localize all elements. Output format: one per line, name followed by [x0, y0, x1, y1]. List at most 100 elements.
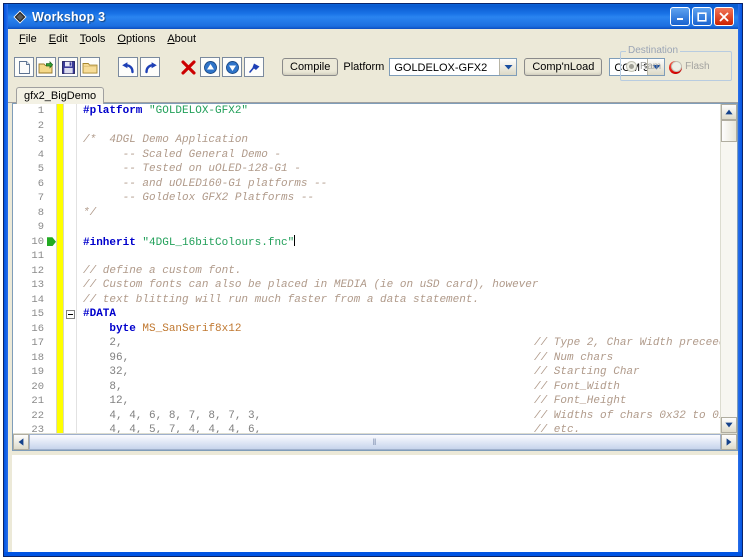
- open-file-icon[interactable]: [36, 57, 56, 77]
- code-line[interactable]: [83, 119, 720, 134]
- code-line[interactable]: byte MS_SanSerif8x12: [83, 322, 720, 337]
- undo-icon[interactable]: [118, 57, 138, 77]
- scroll-up-button[interactable]: [721, 104, 737, 120]
- code-view[interactable]: 123456789101112131415161718192021222324 …: [13, 104, 720, 433]
- vertical-scroll-thumb[interactable]: [721, 120, 737, 142]
- code-line[interactable]: // Custom fonts can also be placed in ME…: [83, 278, 720, 293]
- menu-edit[interactable]: Edit: [44, 32, 75, 46]
- gutter-cell[interactable]: [47, 423, 56, 433]
- code-line[interactable]: -- Scaled General Demo -: [83, 148, 720, 163]
- gutter-cell[interactable]: [47, 220, 56, 235]
- next-bookmark-icon[interactable]: [222, 57, 242, 77]
- scroll-left-button[interactable]: [13, 434, 29, 450]
- code-line[interactable]: [83, 249, 720, 264]
- code-line[interactable]: -- Tested on uOLED-128-G1 -: [83, 162, 720, 177]
- gutter-cell[interactable]: [47, 104, 56, 119]
- gutter-cell[interactable]: [47, 365, 56, 380]
- title-bar: Workshop 3: [8, 4, 738, 29]
- trailing-comment: // etc.: [534, 424, 581, 433]
- destination-radio-flash[interactable]: Flash: [671, 60, 710, 72]
- line-number: 7: [37, 192, 44, 204]
- compile-button[interactable]: Compile: [282, 58, 339, 76]
- scroll-right-button[interactable]: [721, 434, 737, 450]
- clear-bookmarks-icon[interactable]: [178, 57, 198, 77]
- gutter-cell[interactable]: [47, 162, 56, 177]
- code-line[interactable]: -- and uOLED160-G1 platforms --: [83, 177, 720, 192]
- code-line[interactable]: -- Goldelox GFX2 Platforms --: [83, 191, 720, 206]
- gutter-cell[interactable]: [47, 177, 56, 192]
- compnload-button[interactable]: Comp'nLoad: [524, 58, 603, 76]
- code-token: -- and uOLED160-G1 platforms --: [83, 177, 328, 190]
- fold-cell: [64, 119, 76, 134]
- gutter-cell[interactable]: [47, 307, 56, 322]
- gutter-cell[interactable]: [47, 351, 56, 366]
- gutter-cell[interactable]: [47, 336, 56, 351]
- code-token: #inherit: [83, 236, 143, 249]
- new-file-icon[interactable]: [14, 57, 34, 77]
- vertical-scrollbar[interactable]: [720, 104, 737, 433]
- line-number: 15: [31, 308, 44, 320]
- code-token: 96,: [83, 351, 130, 364]
- code-line[interactable]: [83, 220, 720, 235]
- code-line[interactable]: /* 4DGL Demo Application: [83, 133, 720, 148]
- bookmark-gutter[interactable]: [47, 104, 56, 433]
- code-line[interactable]: 96, // Num chars: [83, 351, 720, 366]
- fold-cell: [64, 249, 76, 264]
- code-token: "GOLDELOX-GFX2": [149, 105, 249, 117]
- source-code-text[interactable]: #platform "GOLDELOX-GFX2" /* 4DGL Demo Ap…: [77, 104, 720, 433]
- chevron-down-icon[interactable]: [499, 59, 517, 75]
- gutter-cell[interactable]: [47, 249, 56, 264]
- code-line[interactable]: 4, 4, 6, 8, 7, 8, 7, 3, // Widths of char…: [83, 409, 720, 424]
- code-line[interactable]: #platform "GOLDELOX-GFX2": [83, 104, 720, 119]
- code-line[interactable]: // define a custom font.: [83, 264, 720, 279]
- toggle-bookmark-icon[interactable]: [244, 57, 264, 77]
- horizontal-scrollbar[interactable]: ‖: [13, 433, 737, 450]
- bookmark-marker-icon[interactable]: [47, 235, 56, 250]
- fold-cell: [64, 177, 76, 192]
- gutter-cell[interactable]: [47, 206, 56, 221]
- gutter-cell[interactable]: [47, 380, 56, 395]
- code-line[interactable]: 32, // Starting Char: [83, 365, 720, 380]
- folder-icon[interactable]: [80, 57, 100, 77]
- gutter-cell[interactable]: [47, 148, 56, 163]
- gutter-cell[interactable]: [47, 119, 56, 134]
- fold-toggle-icon[interactable]: [64, 307, 76, 322]
- code-line[interactable]: #DATA: [83, 307, 720, 322]
- gutter-cell[interactable]: [47, 278, 56, 293]
- gutter-cell[interactable]: [47, 394, 56, 409]
- gutter-cell[interactable]: [47, 133, 56, 148]
- menu-about[interactable]: About: [162, 32, 203, 46]
- gutter-cell[interactable]: [47, 191, 56, 206]
- code-line[interactable]: 8, // Font_Width: [83, 380, 720, 395]
- minimize-button[interactable]: [670, 7, 690, 26]
- code-line[interactable]: 12, // Font_Height: [83, 394, 720, 409]
- save-file-icon[interactable]: [58, 57, 78, 77]
- code-line[interactable]: */: [83, 206, 720, 221]
- gutter-cell[interactable]: [47, 322, 56, 337]
- code-line[interactable]: 4, 4, 5, 7, 4, 4, 4, 6, // etc.: [83, 423, 720, 433]
- destination-radio-ram[interactable]: Ram: [626, 60, 661, 72]
- platform-dropdown[interactable]: GOLDELOX-GFX2: [389, 58, 518, 76]
- close-button[interactable]: [714, 7, 734, 26]
- code-folding-gutter[interactable]: [64, 104, 77, 433]
- code-line[interactable]: 2, // Type 2, Char Width preceeds ch: [83, 336, 720, 351]
- redo-icon[interactable]: [140, 57, 160, 77]
- menu-options[interactable]: Options: [112, 32, 162, 46]
- code-token: -- Scaled General Demo -: [83, 148, 282, 161]
- code-line[interactable]: #inherit "4DGL_16bitColours.fnc": [83, 234, 720, 250]
- application-window: Workshop 3 File Edit Tools Options About…: [3, 3, 743, 557]
- gutter-cell[interactable]: [47, 409, 56, 424]
- line-number: 6: [37, 177, 44, 190]
- maximize-button[interactable]: [692, 7, 712, 26]
- menu-tools[interactable]: Tools: [75, 32, 113, 46]
- menu-file[interactable]: File: [14, 32, 44, 46]
- horizontal-scroll-thumb[interactable]: ‖: [29, 434, 721, 450]
- gutter-cell[interactable]: [47, 293, 56, 308]
- previous-bookmark-icon[interactable]: [200, 57, 220, 77]
- tab-gfx2-bigdemo[interactable]: gfx2_BigDemo: [16, 87, 105, 104]
- vertical-scroll-track[interactable]: [721, 142, 737, 417]
- gutter-cell[interactable]: [47, 264, 56, 279]
- code-line[interactable]: // text blitting will run much faster fr…: [83, 293, 720, 308]
- scroll-down-button[interactable]: [721, 417, 737, 433]
- editor-tabstrip: gfx2_BigDemo: [8, 85, 738, 104]
